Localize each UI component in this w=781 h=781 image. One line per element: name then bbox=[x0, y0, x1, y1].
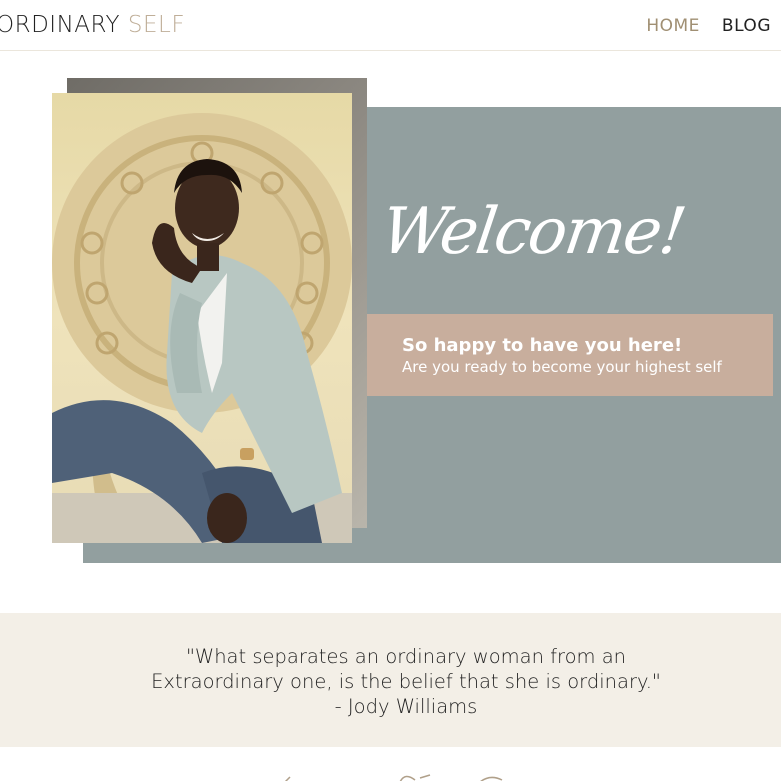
site-header: ORDINARY SELF HOME BLOG bbox=[0, 0, 781, 51]
nav-blog-link[interactable]: BLOG bbox=[722, 16, 771, 36]
hero-portrait-photo bbox=[52, 93, 352, 543]
quote-line-2: Extraordinary one, is the belief that sh… bbox=[151, 670, 661, 693]
nav-home-link[interactable]: HOME bbox=[646, 16, 700, 36]
main-nav: HOME BLOG bbox=[646, 16, 771, 36]
script-flourish bbox=[284, 774, 503, 781]
tagline-band: So happy to have you here! Are you ready… bbox=[367, 314, 773, 396]
welcome-heading: Welcome! bbox=[376, 195, 689, 269]
tagline-subtitle: Are you ready to become your highest sel… bbox=[402, 358, 722, 376]
quote-author: - Jody Williams bbox=[334, 695, 478, 718]
tagline-title: So happy to have you here! bbox=[402, 335, 683, 356]
quote-section: "What separates an ordinary woman from a… bbox=[0, 613, 781, 747]
next-section-script-peek bbox=[280, 770, 520, 781]
portrait-illustration bbox=[52, 113, 352, 543]
logo-accent: SELF bbox=[127, 12, 186, 38]
quote-line-1: "What separates an ordinary woman from a… bbox=[185, 645, 627, 668]
logo-main: ORDINARY bbox=[0, 12, 121, 38]
quote-text: "What separates an ordinary woman from a… bbox=[0, 644, 781, 719]
site-logo[interactable]: ORDINARY SELF bbox=[0, 12, 185, 38]
